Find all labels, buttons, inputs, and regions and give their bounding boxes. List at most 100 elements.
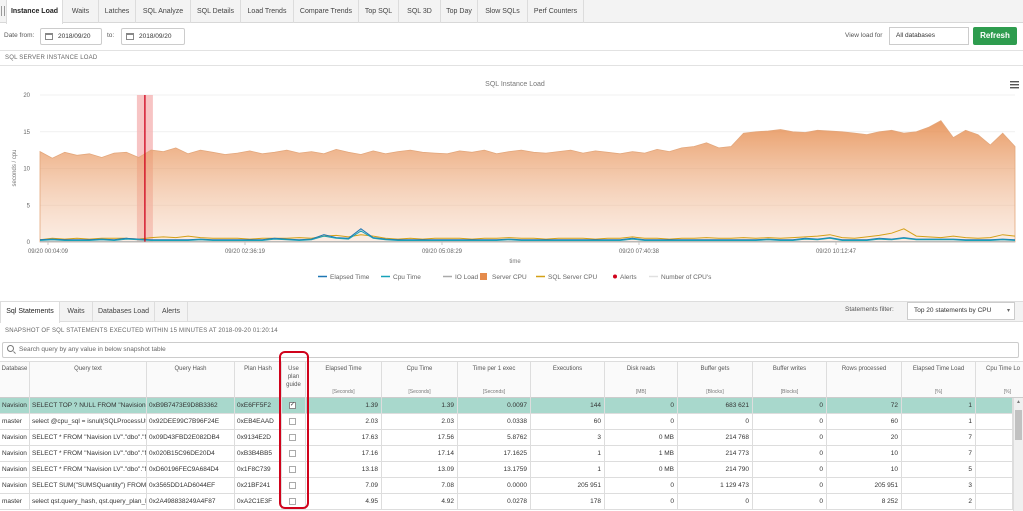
cell-query-text: SELECT * FROM "Navision LV"."dbo"."N — [30, 462, 147, 477]
tab-slow-sqls[interactable]: Slow SQLs — [478, 0, 528, 23]
tab-databases-load[interactable]: Databases Load — [93, 302, 155, 322]
col-buffer-gets[interactable]: Buffer gets [Blocks] — [678, 362, 753, 398]
table-row[interactable]: Navision L SELECT SUM("SUMSQuantity") FRO… — [0, 478, 1013, 494]
table-header: Database Query text Query Hash Plan Hash… — [0, 361, 1023, 398]
table-row[interactable]: master select qst.query_hash, qst.query_p… — [0, 494, 1013, 510]
cell-disk-reads: 0 — [605, 478, 678, 493]
table-row[interactable]: Navision L SELECT * FROM "Navision LV"."d… — [0, 446, 1013, 462]
cell-elapsed-time-load: 1 — [902, 398, 976, 413]
cell-rows-processed: 72 — [827, 398, 902, 413]
tab-perf-counters[interactable]: Perf Counters — [528, 0, 584, 23]
cell-cpu-time: 1.39 — [382, 398, 458, 413]
cell-database: master — [0, 414, 30, 429]
col-time-per-exec[interactable]: Time per 1 exec [Seconds] — [458, 362, 531, 398]
x-tick-label: 09/20 05:08:29 — [422, 249, 463, 255]
tab-load-trends[interactable]: Load Trends — [241, 0, 294, 23]
cell-cpu-time: 17.56 — [382, 430, 458, 445]
view-load-select[interactable]: All databases — [889, 27, 969, 45]
table-scrollbar[interactable]: ▲ — [1013, 398, 1023, 511]
legend-marker[interactable] — [480, 273, 487, 280]
tab-sql-analyze[interactable]: SQL Analyze — [136, 0, 191, 23]
tab-sql-3d[interactable]: SQL 3D — [399, 0, 441, 23]
cell-cpu-time-load — [976, 478, 1013, 493]
legend-label[interactable]: Cpu Time — [393, 274, 421, 281]
col-query-text[interactable]: Query text — [30, 362, 147, 398]
x-tick-label: 09/20 10:12:47 — [816, 249, 857, 255]
cell-elapsed-time-load: 3 — [902, 478, 976, 493]
table-row[interactable]: master select @cpu_sql = isnull(SQLProces… — [0, 414, 1013, 430]
date-from-field[interactable]: 2018/09/20 — [40, 28, 102, 45]
date-to-label: to: — [107, 32, 115, 39]
cell-query-text: SELECT * FROM "Navision LV"."dbo"."N — [30, 446, 147, 461]
tab-top-day[interactable]: Top Day — [441, 0, 478, 23]
table-row[interactable]: Navision L SELECT * FROM "Navision LV"."d… — [0, 462, 1013, 478]
scroll-up-icon[interactable]: ▲ — [1016, 399, 1021, 405]
tab-sql-statements[interactable]: Sql Statements — [0, 302, 60, 323]
legend-label[interactable]: IO Load — [455, 274, 479, 281]
col-elapsed-time[interactable]: Elapsed Time [Seconds] — [306, 362, 382, 398]
col-cpu-time-load[interactable]: Cpu Time Lo [%] — [976, 362, 1023, 398]
cell-cpu-time-load — [976, 462, 1013, 477]
cell-elapsed-time-load: 1 — [902, 414, 976, 429]
col-database[interactable]: Database — [0, 362, 30, 398]
column-unit: [Seconds] — [482, 389, 506, 395]
cell-cpu-time-load — [976, 414, 1013, 429]
col-query-hash[interactable]: Query Hash — [147, 362, 235, 398]
tab-sql-details[interactable]: SQL Details — [191, 0, 241, 23]
search-input[interactable]: Search query by any value in below snaps… — [2, 342, 1019, 358]
cell-time-per-exec: 0.0338 — [458, 414, 531, 429]
section-title: SQL SERVER INSTANCE LOAD — [5, 55, 98, 61]
col-executions[interactable]: Executions — [531, 362, 605, 398]
legend-label[interactable]: Elapsed Time — [330, 274, 370, 281]
cell-cpu-time: 13.09 — [382, 462, 458, 477]
cell-query-hash: 0xD60196FEC9A684D4 — [147, 462, 235, 477]
legend-label[interactable]: Alerts — [620, 274, 637, 281]
col-plan-hash[interactable]: Plan Hash — [235, 362, 282, 398]
cell-executions: 60 — [531, 414, 605, 429]
tab-waits-bottom[interactable]: Waits — [60, 302, 93, 322]
tab-alerts[interactable]: Alerts — [155, 302, 188, 322]
cell-query-hash: 0x020B15C96DE20D4 — [147, 446, 235, 461]
table-row[interactable]: Navision L SELECT * FROM "Navision LV"."d… — [0, 430, 1013, 446]
cell-database: Navision L — [0, 462, 30, 477]
refresh-button[interactable]: Refresh — [973, 27, 1017, 45]
legend-label[interactable]: Server CPU — [492, 274, 527, 281]
cell-time-per-exec: 0.0097 — [458, 398, 531, 413]
tab-top-sql[interactable]: Top SQL — [359, 0, 399, 23]
chart-menu-icon[interactable] — [1010, 81, 1019, 89]
column-unit: [Seconds] — [332, 389, 355, 395]
cell-buffer-writes: 0 — [753, 430, 827, 445]
app-root: { "top_tabs": ["Instance Load","Waits","… — [0, 0, 1023, 511]
cell-time-per-exec: 13.1759 — [458, 462, 531, 477]
cell-rows-processed: 10 — [827, 462, 902, 477]
x-tick-label: 09/20 02:36:19 — [225, 249, 266, 255]
col-cpu-time[interactable]: Cpu Time [Seconds] — [382, 362, 458, 398]
drag-handle-icon[interactable] — [1, 6, 5, 16]
cell-executions: 144 — [531, 398, 605, 413]
cell-cpu-time-load — [976, 430, 1013, 445]
cell-query-hash: 0x09D43FBD2E082DB4 — [147, 430, 235, 445]
y-tick-label: 20 — [23, 93, 30, 99]
cell-elapsed-time: 13.18 — [306, 462, 382, 477]
cell-disk-reads: 0 — [605, 414, 678, 429]
col-rows-processed[interactable]: Rows processed — [827, 362, 902, 398]
statements-filter-select[interactable]: Top 20 statements by CPU ▾ — [907, 302, 1015, 320]
cell-buffer-gets: 214 773 — [678, 446, 753, 461]
chevron-down-icon: ▾ — [1006, 308, 1010, 314]
col-elapsed-time-load[interactable]: Elapsed Time Load [%] — [902, 362, 976, 398]
cell-buffer-writes: 0 — [753, 446, 827, 461]
tab-waits[interactable]: Waits — [63, 0, 99, 23]
legend-label[interactable]: Number of CPU's — [661, 274, 712, 281]
cell-plan-hash: 0xB3B4BB5 — [235, 446, 282, 461]
tab-latches[interactable]: Latches — [99, 0, 136, 23]
table-row[interactable]: Navision L SELECT TOP ? NULL FROM "Navisi… — [0, 398, 1013, 414]
legend-label[interactable]: SQL Server CPU — [548, 274, 598, 281]
legend-marker[interactable] — [613, 274, 617, 279]
col-disk-reads[interactable]: Disk reads [MB] — [605, 362, 678, 398]
date-to-field[interactable]: 2018/09/20 — [121, 28, 185, 45]
col-buffer-writes[interactable]: Buffer writes [Blocks] — [753, 362, 827, 398]
tab-compare-trends[interactable]: Compare Trends — [294, 0, 359, 23]
cell-elapsed-time: 4.95 — [306, 494, 382, 509]
scrollbar-thumb[interactable] — [1015, 410, 1022, 440]
tab-instance-load[interactable]: Instance Load — [6, 0, 63, 24]
